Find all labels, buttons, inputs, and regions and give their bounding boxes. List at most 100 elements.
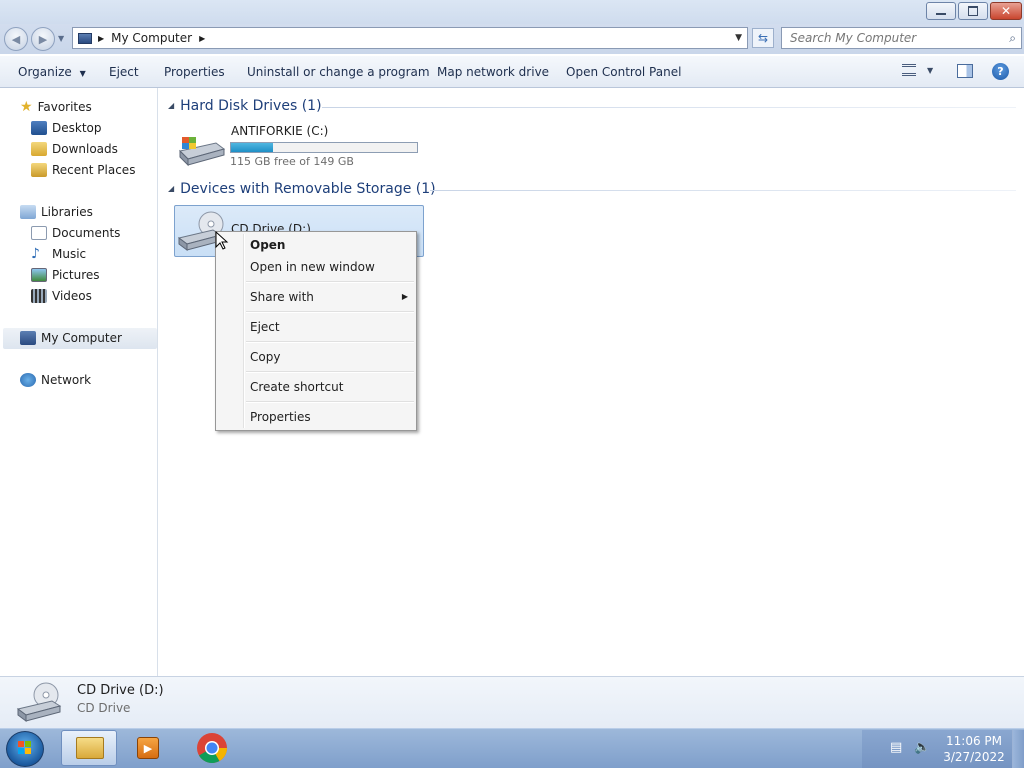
clock-time: 11:06 PM (946, 734, 1002, 748)
windows-logo-icon (18, 741, 31, 754)
menu-item-properties[interactable]: Properties (250, 407, 311, 427)
group-header-hard-disk-drives[interactable]: ◢ Hard Disk Drives (1) (168, 96, 322, 116)
details-item-name: CD Drive (D:) (77, 683, 164, 698)
properties-button[interactable]: Properties (164, 64, 225, 80)
restore-button[interactable] (958, 2, 988, 20)
organize-button[interactable]: Organize ▼ (18, 64, 86, 80)
media-player-icon: ▶ (137, 737, 159, 759)
nav-item-downloads[interactable]: Downloads (31, 140, 118, 158)
forward-arrow-icon: ▶ (38, 32, 48, 46)
menu-separator (246, 341, 414, 343)
nav-item-documents[interactable]: Documents (31, 224, 120, 242)
view-options-icon (902, 64, 916, 76)
organize-label: Organize (18, 65, 72, 79)
address-bar[interactable]: ▶ My Computer ▶ ▼ (72, 27, 748, 49)
drive-c-free-space: 115 GB free of 149 GB (230, 155, 354, 168)
downloads-folder-icon (31, 142, 47, 156)
search-input[interactable]: Search My Computer ⌕ (781, 27, 1022, 49)
documents-icon (31, 226, 47, 240)
nav-item-network[interactable]: Network (20, 371, 91, 389)
network-icon (20, 373, 36, 387)
search-placeholder: Search My Computer (790, 31, 917, 45)
eject-button[interactable]: Eject (109, 64, 139, 80)
nav-label: Desktop (52, 121, 102, 135)
group-divider (322, 107, 1016, 108)
menu-item-create-shortcut[interactable]: Create shortcut (250, 377, 343, 397)
nav-item-favorites[interactable]: ★ Favorites (20, 98, 92, 116)
network-tray-icon[interactable]: ▤ (890, 740, 906, 756)
folder-icon (76, 737, 104, 759)
menu-item-open[interactable]: Open (250, 235, 285, 255)
open-control-panel-button[interactable]: Open Control Panel (566, 64, 681, 80)
address-dropdown-icon[interactable]: ▼ (735, 33, 742, 43)
menu-item-copy[interactable]: Copy (250, 347, 280, 367)
nav-label: Favorites (37, 100, 92, 114)
nav-label: Documents (52, 226, 121, 240)
collapse-triangle-icon: ◢ (168, 101, 175, 110)
taskbar-media-player-button[interactable]: ▶ (121, 730, 177, 766)
map-network-drive-button[interactable]: Map network drive (437, 64, 549, 80)
close-icon: ✕ (1000, 4, 1012, 18)
menu-separator (246, 311, 414, 313)
menu-separator (246, 281, 414, 283)
refresh-icon: ⇆ (757, 31, 769, 45)
show-desktop-button[interactable] (1012, 730, 1024, 768)
nav-item-pictures[interactable]: Pictures (31, 266, 100, 284)
drive-c-usage-fill (231, 143, 274, 152)
libraries-icon (20, 205, 36, 219)
computer-icon (78, 32, 92, 44)
back-button[interactable]: ◀ (4, 27, 28, 51)
minimize-button[interactable] (926, 2, 956, 20)
hard-drive-icon[interactable] (176, 133, 226, 169)
taskbar-chrome-button[interactable] (184, 730, 240, 766)
change-view-button[interactable] (902, 64, 918, 78)
title-bar (0, 0, 1024, 24)
close-button[interactable]: ✕ (990, 2, 1022, 20)
nav-label: Videos (52, 289, 92, 303)
breadcrumb-location[interactable]: My Computer (111, 31, 192, 45)
nav-item-recent-places[interactable]: Recent Places (31, 161, 135, 179)
submenu-arrow-icon: ▶ (401, 292, 408, 301)
clock[interactable]: 11:06 PM 3/27/2022 (940, 733, 1008, 765)
menu-item-eject[interactable]: Eject (250, 317, 280, 337)
nav-label: Network (41, 373, 92, 387)
refresh-button[interactable]: ⇆ (752, 28, 774, 48)
nav-item-libraries[interactable]: Libraries (20, 203, 93, 221)
nav-label: My Computer (41, 331, 122, 345)
drive-c-name[interactable]: ANTIFORKIE (C:) (231, 124, 328, 138)
nav-label: Pictures (52, 268, 100, 282)
group-title: Devices with Removable Storage (1) (180, 181, 436, 197)
chrome-icon (197, 733, 227, 764)
recent-places-icon (31, 163, 47, 177)
volume-tray-icon[interactable]: 🔈 (914, 740, 930, 756)
group-header-removable-storage[interactable]: ◢ Devices with Removable Storage (1) (168, 179, 436, 199)
clock-date: 3/27/2022 (943, 750, 1005, 764)
start-button[interactable] (6, 731, 44, 767)
menu-item-share-with[interactable]: Share with ▶ (250, 287, 408, 307)
taskbar-explorer-button[interactable] (61, 730, 117, 766)
music-icon: ♪ (31, 246, 40, 262)
group-divider (430, 190, 1016, 191)
nav-label: Recent Places (52, 163, 136, 177)
nav-item-my-computer[interactable]: My Computer (20, 329, 122, 347)
uninstall-program-button[interactable]: Uninstall or change a program (247, 64, 430, 80)
forward-button[interactable]: ▶ (31, 27, 55, 51)
star-icon: ★ (20, 99, 33, 115)
breadcrumb-separator-icon: ▶ (199, 33, 206, 43)
nav-item-videos[interactable]: Videos (31, 287, 92, 305)
help-button[interactable]: ? (992, 63, 1009, 80)
pictures-icon (31, 268, 47, 282)
view-dropdown-icon[interactable]: ▼ (927, 66, 933, 75)
nav-label: Downloads (52, 142, 118, 156)
search-icon[interactable]: ⌕ (1009, 31, 1016, 46)
nav-item-desktop[interactable]: Desktop (31, 119, 102, 137)
nav-item-music[interactable]: ♪ Music (31, 245, 86, 263)
desktop-icon (31, 121, 47, 135)
menu-item-open-new-window[interactable]: Open in new window (250, 257, 375, 277)
recent-pages-dropdown[interactable]: ▼ (58, 34, 64, 43)
context-menu: Open Open in new window Share with ▶ Eje… (215, 231, 417, 431)
details-cd-drive-icon (16, 682, 64, 724)
preview-pane-button[interactable] (957, 64, 973, 78)
mouse-cursor-icon (215, 230, 229, 251)
nav-label: Music (52, 247, 87, 261)
